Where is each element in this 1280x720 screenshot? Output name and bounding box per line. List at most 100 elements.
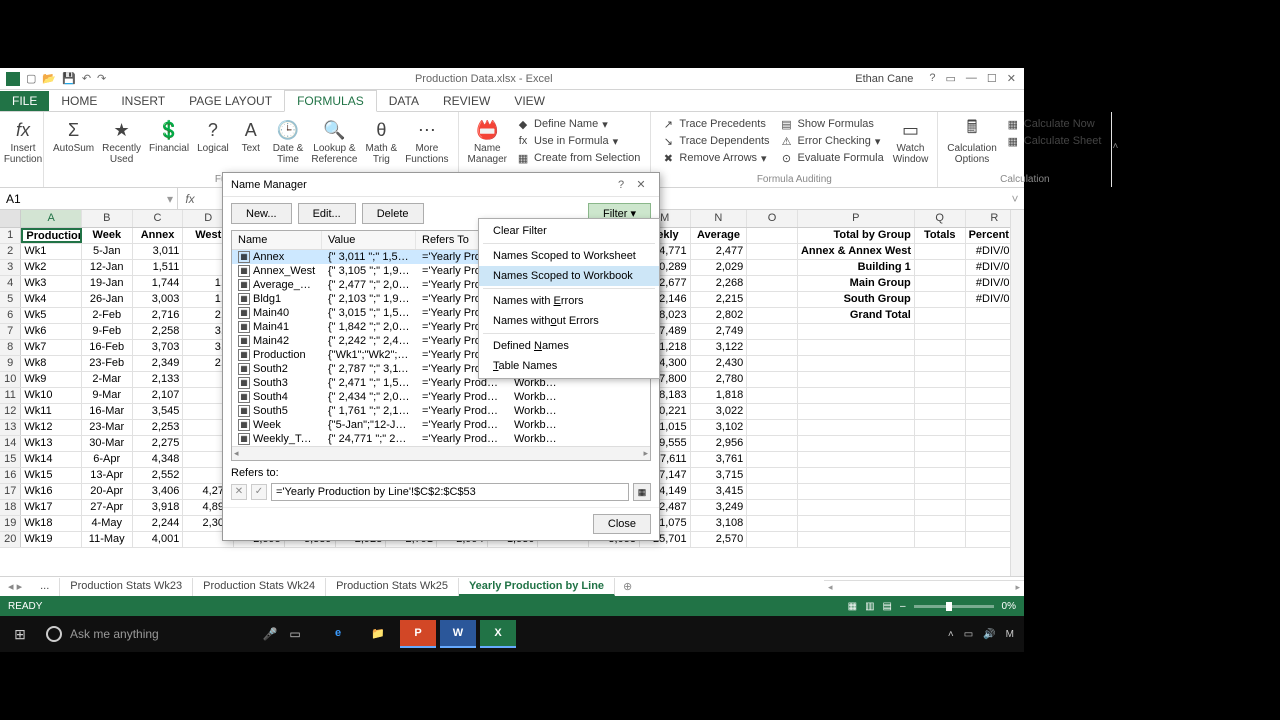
cell[interactable]: 23-Mar bbox=[82, 420, 133, 435]
cell[interactable] bbox=[747, 420, 798, 435]
define-name-button[interactable]: ◆Define Name▾ bbox=[512, 116, 644, 132]
refers-to-confirm-icon[interactable]: ✓ bbox=[251, 484, 267, 500]
refers-to-input[interactable] bbox=[271, 483, 629, 501]
row-header[interactable]: 15 bbox=[0, 452, 21, 467]
word-icon[interactable]: W bbox=[440, 620, 476, 648]
row-header[interactable]: 8 bbox=[0, 340, 21, 355]
watch-window-button[interactable]: ▭Watch Window bbox=[890, 116, 932, 167]
col-header-value[interactable]: Value bbox=[322, 231, 416, 249]
cell[interactable]: Annex bbox=[133, 228, 184, 243]
horizontal-scrollbar[interactable]: ◂▸ bbox=[824, 580, 1024, 594]
cell[interactable] bbox=[798, 356, 915, 371]
cell[interactable]: 2,253 bbox=[133, 420, 184, 435]
cell[interactable]: 2,258 bbox=[133, 324, 184, 339]
refers-to-cancel-icon[interactable]: ✕ bbox=[231, 484, 247, 500]
logical-button[interactable]: ?Logical bbox=[194, 116, 232, 156]
cell[interactable]: 3,406 bbox=[133, 484, 184, 499]
name-list-item[interactable]: ▦South4{" 2,434 ";" 2,027 ";...='Yearly … bbox=[232, 390, 650, 404]
row-header[interactable]: 7 bbox=[0, 324, 21, 339]
zoom-level[interactable]: 0% bbox=[1002, 601, 1016, 612]
row-header[interactable]: 5 bbox=[0, 292, 21, 307]
qat-open-icon[interactable]: 📂 bbox=[42, 72, 56, 85]
cell[interactable]: Totals bbox=[915, 228, 966, 243]
calculate-now-button[interactable]: ▦Calculate Now bbox=[1002, 116, 1106, 132]
cell[interactable] bbox=[747, 260, 798, 275]
cell[interactable]: Wk7 bbox=[21, 340, 81, 355]
excel-taskbar-icon[interactable]: X bbox=[480, 620, 516, 648]
row-header[interactable]: 10 bbox=[0, 372, 21, 387]
cell[interactable] bbox=[747, 324, 798, 339]
cell[interactable]: Average Weekly bbox=[691, 228, 748, 243]
cell[interactable]: 2,780 bbox=[691, 372, 748, 387]
zoom-out-icon[interactable]: – bbox=[900, 601, 906, 612]
row-header[interactable]: 17 bbox=[0, 484, 21, 499]
cell[interactable] bbox=[747, 340, 798, 355]
cell[interactable]: 12-Jan bbox=[82, 260, 133, 275]
file-explorer-icon[interactable]: 📁 bbox=[360, 620, 396, 648]
list-horizontal-scrollbar[interactable]: ◂▸ bbox=[232, 446, 650, 460]
task-view-icon[interactable]: ▭ bbox=[280, 627, 310, 641]
cell[interactable]: 3,918 bbox=[133, 500, 184, 515]
cell[interactable]: 1,818 bbox=[691, 388, 748, 403]
cell[interactable]: 19-Jan bbox=[82, 276, 133, 291]
cell[interactable]: 2,275 bbox=[133, 436, 184, 451]
add-sheet-button[interactable]: ⊕ bbox=[615, 580, 640, 593]
cell[interactable] bbox=[747, 372, 798, 387]
cell[interactable] bbox=[915, 372, 966, 387]
column-header[interactable]: O bbox=[747, 210, 798, 227]
cell[interactable] bbox=[915, 468, 966, 483]
sheet-tab[interactable]: Production Stats Wk23 bbox=[60, 578, 193, 596]
cell[interactable]: 2-Mar bbox=[82, 372, 133, 387]
row-header[interactable]: 13 bbox=[0, 420, 21, 435]
minimize-icon[interactable]: — bbox=[966, 72, 977, 85]
row-header[interactable]: 1 bbox=[0, 228, 21, 243]
lookup-reference-button[interactable]: 🔍Lookup & Reference bbox=[308, 116, 360, 167]
cell[interactable]: 6-Apr bbox=[82, 452, 133, 467]
financial-button[interactable]: 💲Financial bbox=[146, 116, 192, 156]
edge-icon[interactable]: e bbox=[320, 620, 356, 648]
cell[interactable] bbox=[915, 276, 966, 291]
cell[interactable] bbox=[747, 452, 798, 467]
filter-with-errors[interactable]: Names with Errors bbox=[479, 291, 659, 311]
sheet-tab[interactable]: ... bbox=[30, 578, 60, 596]
cell[interactable]: Wk10 bbox=[21, 388, 81, 403]
cell[interactable]: Wk13 bbox=[21, 436, 81, 451]
date-time-button[interactable]: 🕒Date & Time bbox=[270, 116, 307, 167]
cell[interactable]: Annex & Annex West bbox=[798, 244, 915, 259]
cell[interactable]: Wk16 bbox=[21, 484, 81, 499]
cell[interactable]: Wk3 bbox=[21, 276, 81, 291]
cell[interactable]: Wk5 bbox=[21, 308, 81, 323]
cell[interactable] bbox=[798, 484, 915, 499]
cell[interactable] bbox=[747, 484, 798, 499]
cell[interactable]: Wk17 bbox=[21, 500, 81, 515]
cell[interactable]: 2,133 bbox=[133, 372, 184, 387]
range-picker-icon[interactable]: ▦ bbox=[633, 483, 651, 501]
cell[interactable]: 3,022 bbox=[691, 404, 748, 419]
cell[interactable]: 2,244 bbox=[133, 516, 184, 531]
cell[interactable]: 3,249 bbox=[691, 500, 748, 515]
name-box[interactable]: A1▾ bbox=[0, 188, 178, 209]
cell[interactable]: Wk8 bbox=[21, 356, 81, 371]
column-header[interactable]: Q bbox=[915, 210, 966, 227]
cell[interactable]: Wk19 bbox=[21, 532, 81, 547]
cell[interactable]: 23-Feb bbox=[82, 356, 133, 371]
collapse-ribbon-icon[interactable]: ˄ bbox=[1112, 112, 1118, 187]
ribbon-tab-file[interactable]: FILE bbox=[0, 91, 49, 111]
cell[interactable] bbox=[915, 308, 966, 323]
evaluate-formula-button[interactable]: ⊙Evaluate Formula bbox=[776, 150, 888, 166]
name-list-item[interactable]: ▦Weekly_Totals{" 24,771 ";" 20,289 ...='… bbox=[232, 432, 650, 446]
cell[interactable] bbox=[915, 532, 966, 547]
close-icon[interactable]: ✕ bbox=[1007, 72, 1016, 85]
cell[interactable]: 1,511 bbox=[133, 260, 184, 275]
row-header[interactable]: 16 bbox=[0, 468, 21, 483]
show-formulas-button[interactable]: ▤Show Formulas bbox=[776, 116, 888, 132]
cell[interactable] bbox=[747, 532, 798, 547]
edit-button[interactable]: Edit... bbox=[298, 203, 356, 224]
cell[interactable]: 1,744 bbox=[133, 276, 184, 291]
calculate-sheet-button[interactable]: ▦Calculate Sheet bbox=[1002, 133, 1106, 149]
qat-new-icon[interactable]: ▢ bbox=[26, 72, 36, 85]
cell[interactable]: Building 1 bbox=[798, 260, 915, 275]
sheet-nav[interactable]: ◂ ▸ bbox=[0, 580, 30, 593]
cell[interactable]: 27-Apr bbox=[82, 500, 133, 515]
more-functions-button[interactable]: ⋯More Functions bbox=[402, 116, 451, 167]
